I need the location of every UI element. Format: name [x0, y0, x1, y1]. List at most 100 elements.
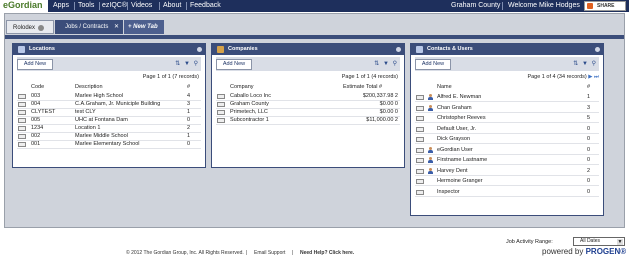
contact-name: eGordian User	[437, 146, 473, 153]
contact-name: Firstname Lastname	[437, 157, 488, 163]
table-row[interactable]: Subcontractor 1 $11,000.00 2	[212, 117, 404, 125]
table-row[interactable]: Primetech, LLC $0.00 0	[212, 109, 404, 117]
table-row[interactable]: Caballo Loco Inc $200,337.98 2	[212, 93, 404, 101]
table-row[interactable]: Chan Graham 3	[411, 104, 603, 113]
row-select-icon[interactable]	[18, 94, 26, 99]
add-company-button[interactable]: Add New	[216, 59, 252, 70]
add-location-button[interactable]: Add New	[17, 59, 53, 70]
row-select-icon[interactable]	[416, 168, 424, 174]
row-divider	[415, 111, 599, 113]
row-select-icon[interactable]	[18, 134, 26, 139]
county-name[interactable]: Graham County	[451, 0, 500, 12]
add-contact-button[interactable]: Add New	[415, 59, 451, 70]
table-row[interactable]: Hermoine Granger 0	[411, 178, 603, 186]
contact-count: 0	[587, 178, 591, 184]
toolbar-icons[interactable]: ⇅ ▼ ⚲	[573, 60, 597, 67]
row-select-icon[interactable]	[217, 94, 225, 99]
email-support-link[interactable]: Email Support	[254, 250, 285, 256]
toolbar-icons[interactable]: ⇅ ▼ ⚲	[175, 60, 199, 67]
row-divider	[415, 174, 599, 176]
table-row[interactable]: Harvey Dent 2	[411, 167, 603, 176]
widget-header[interactable]: Locations	[13, 44, 205, 55]
row-select-icon[interactable]	[217, 118, 225, 123]
job-range-select[interactable]: All Dates ▼	[573, 237, 625, 246]
table-row[interactable]: 003 Marlee High School 4	[13, 93, 205, 101]
table-row[interactable]: Inspector 0	[411, 189, 603, 197]
col-header-count[interactable]: #	[187, 84, 190, 90]
tab-close-icon[interactable]: ✕	[114, 20, 119, 34]
row-select-icon[interactable]	[416, 179, 424, 184]
table-row[interactable]: Firstname Lastname 0	[411, 157, 603, 165]
table-row[interactable]: CLYTEST test CLY 1	[13, 109, 205, 117]
contact-count: 5	[587, 115, 591, 121]
row-select-icon[interactable]	[416, 147, 424, 153]
table-row[interactable]: Dick Grayson 0	[411, 136, 603, 144]
row-divider	[216, 124, 400, 125]
tab-jobs-contracts[interactable]: Jobs / Contracts ✕	[55, 20, 123, 34]
nav-videos[interactable]: Videos	[131, 0, 152, 12]
nav-eziqc[interactable]: ezIQC®	[102, 0, 127, 12]
row-divider	[415, 185, 599, 186]
egordian-logo[interactable]: eGordian	[0, 0, 48, 12]
table-row[interactable]: Default User, Jr. 0	[411, 126, 603, 134]
contacts-widget: Contacts & Users Add New ⇅ ▼ ⚲ Page 1 of…	[410, 43, 604, 216]
col-header-code[interactable]: Code	[31, 84, 44, 90]
widget-title: Contacts & Users	[427, 46, 473, 52]
row-select-icon[interactable]	[18, 118, 26, 123]
row-select-icon[interactable]	[217, 102, 225, 107]
close-icon[interactable]	[396, 47, 401, 52]
row-select-icon[interactable]	[416, 189, 424, 195]
row-select-icon[interactable]	[416, 126, 424, 132]
col-header-name[interactable]: Name	[437, 84, 452, 90]
table-row[interactable]: 1234 Location 1 2	[13, 125, 205, 133]
table-row[interactable]: Graham County $0.00 0	[212, 101, 404, 109]
job-range-value: All Dates	[580, 238, 601, 244]
row-select-icon[interactable]	[18, 142, 26, 147]
tab-close-icon[interactable]	[38, 25, 44, 31]
col-header-description[interactable]: Description	[75, 84, 103, 90]
tab-rolodex[interactable]: Rolodex	[6, 20, 54, 34]
widget-toolbar: Add New ⇅ ▼ ⚲	[17, 57, 201, 71]
next-page-icon[interactable]: ▶ ⏭	[588, 74, 599, 80]
table-row[interactable]: 004 C.A.Graham, Jr. Municiple Building 3	[13, 101, 205, 109]
footer-divider: |	[292, 250, 294, 256]
row-select-icon[interactable]	[18, 110, 26, 115]
table-row[interactable]: 001 Marlee Elementary School 0	[13, 141, 205, 149]
table-row[interactable]: 005 UHC at Fontana Dam 0	[13, 117, 205, 125]
nav-apps[interactable]: Apps	[53, 0, 69, 12]
companies-icon	[217, 46, 224, 53]
widget-header[interactable]: Contacts & Users	[411, 44, 603, 55]
row-select-icon[interactable]	[416, 105, 424, 111]
row-select-icon[interactable]	[416, 116, 424, 121]
close-icon[interactable]	[595, 47, 600, 52]
row-divider	[415, 101, 599, 102]
row-select-icon[interactable]	[416, 137, 424, 142]
row-select-icon[interactable]	[18, 126, 26, 131]
widget-header[interactable]: Companies	[212, 44, 404, 55]
table-row[interactable]: eGordian User 0	[411, 146, 603, 155]
col-header-estimate-total[interactable]: Estimate Total #	[343, 84, 382, 90]
nav-about[interactable]: About	[163, 0, 181, 12]
contact-name: Dick Grayson	[437, 136, 471, 142]
close-icon[interactable]	[197, 47, 202, 52]
location-description: Location 1	[75, 125, 101, 131]
share-button[interactable]: SHARE	[584, 1, 626, 11]
nav-feedback[interactable]: Feedback	[190, 0, 221, 12]
welcome-user[interactable]: Welcome Mike Hodges	[508, 0, 580, 12]
tab-new-tab[interactable]: + New Tab	[124, 20, 164, 34]
progen-logo: PROGEN®	[585, 247, 627, 256]
col-header-company[interactable]: Company	[230, 84, 254, 90]
table-row[interactable]: Christopher Reeves 5	[411, 115, 603, 123]
help-link[interactable]: Need Help? Click here.	[300, 250, 354, 256]
table-row[interactable]: 002 Marlee Middle School 1	[13, 133, 205, 141]
row-select-icon[interactable]	[416, 95, 424, 100]
toolbar-icons[interactable]: ⇅ ▼ ⚲	[374, 60, 398, 67]
pager-text: Page 1 of 4 (34 records) ▶ ⏭	[527, 74, 599, 81]
row-select-icon[interactable]	[217, 110, 225, 115]
table-row[interactable]: Alfred E. Newman 1	[411, 94, 603, 102]
col-header-count[interactable]: #	[587, 84, 590, 90]
row-select-icon[interactable]	[18, 102, 26, 107]
footer-divider: |	[246, 250, 248, 256]
nav-tools[interactable]: Tools	[78, 0, 94, 12]
row-select-icon[interactable]	[416, 158, 424, 163]
